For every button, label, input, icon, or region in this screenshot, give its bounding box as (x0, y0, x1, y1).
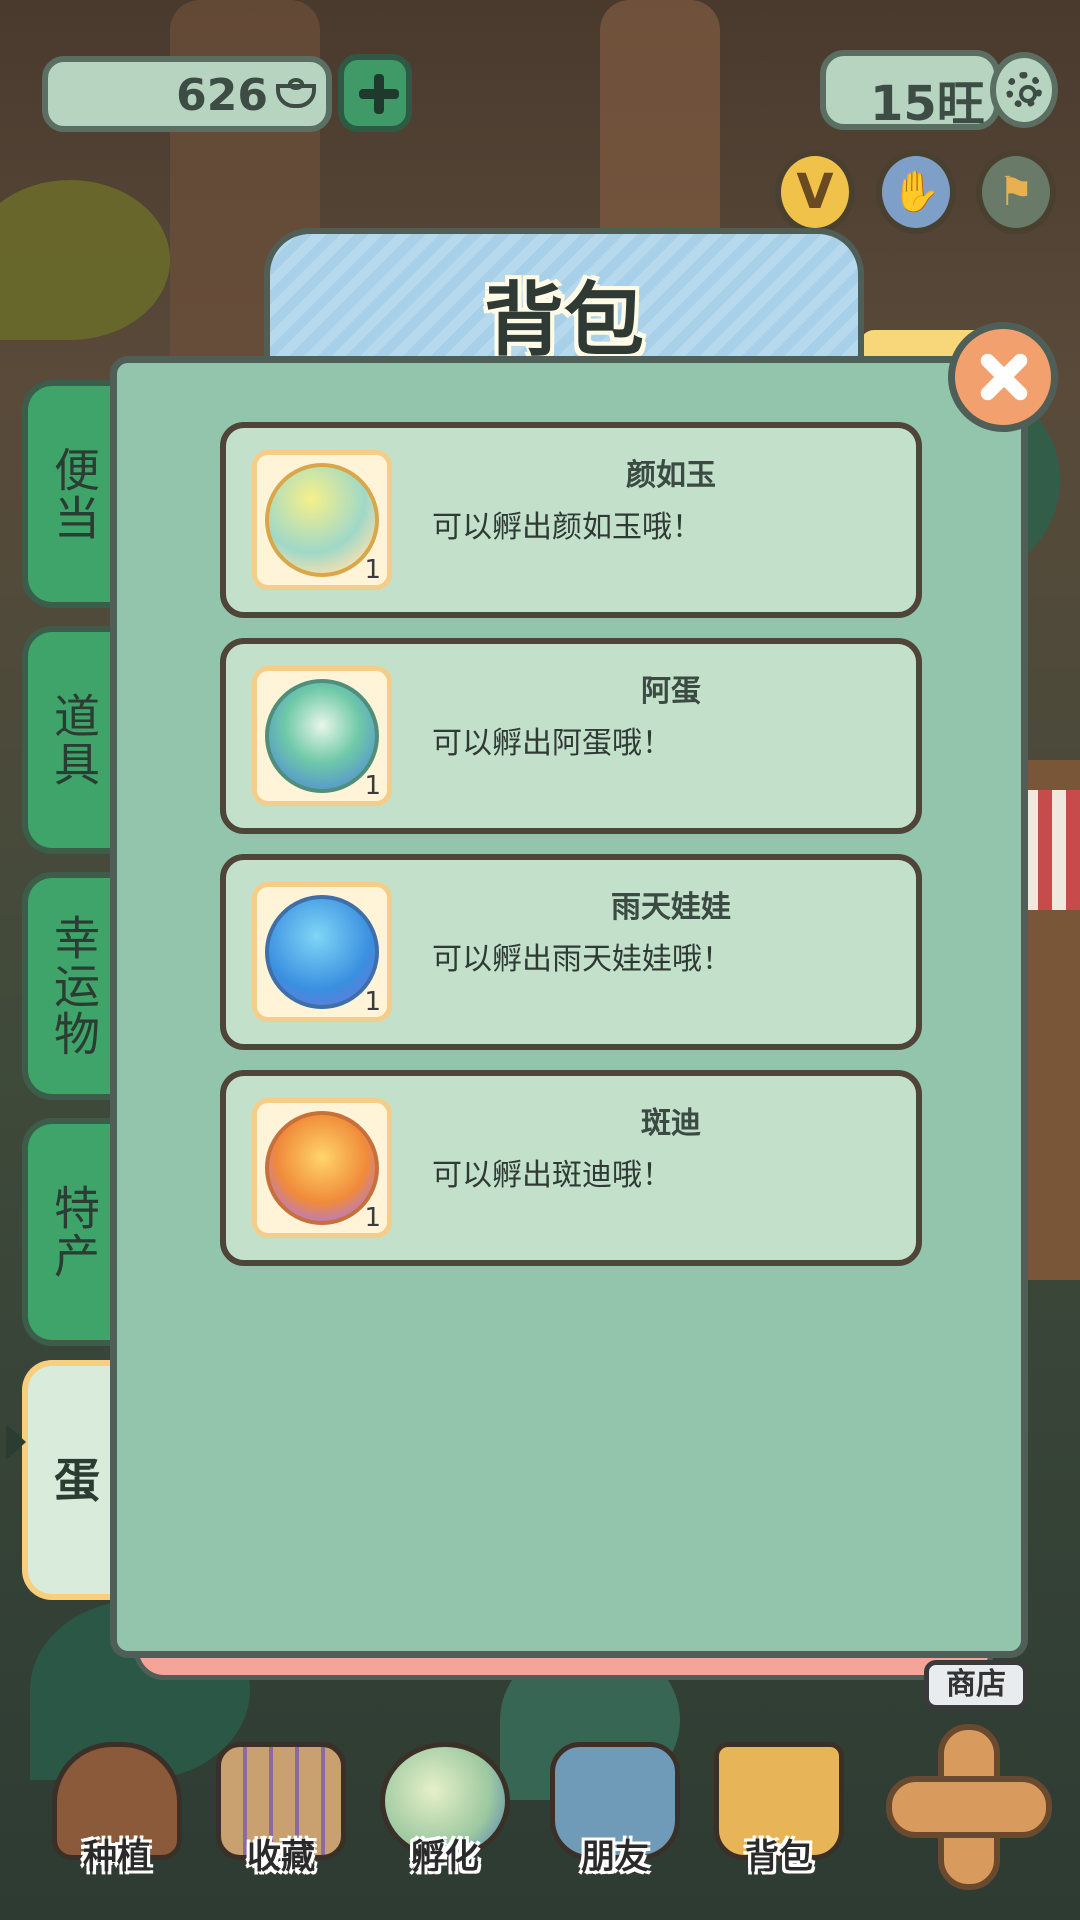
egg-yutianwawa-icon (265, 895, 379, 1009)
item-name: 阿蛋 (641, 674, 701, 709)
coin-value: 626 (176, 70, 268, 121)
tab-lucky-items[interactable]: 幸运物 (22, 872, 120, 1100)
nav-label: 收藏 (247, 1837, 315, 1877)
tab-label: 道具 (47, 692, 101, 788)
item-count: 1 (364, 1203, 381, 1233)
egg-yanruyu-icon (265, 463, 379, 577)
wang-value: 15旺 (870, 76, 985, 132)
list-item[interactable]: 1 颜如玉 可以孵出颜如玉哦！ (220, 422, 922, 618)
item-description: 可以孵出颜如玉哦！ (432, 510, 702, 545)
nav-hatch-button[interactable]: 孵化 (370, 1732, 520, 1882)
nav-planting-button[interactable]: 种植 (42, 1732, 192, 1882)
close-button[interactable] (948, 322, 1058, 432)
item-count: 1 (364, 771, 381, 801)
item-thumbnail: 1 (252, 450, 392, 590)
nav-label: 背包 (745, 1837, 813, 1877)
tab-specialty[interactable]: 特产 (22, 1118, 120, 1346)
item-description: 可以孵出雨天娃娃哦！ (432, 942, 732, 977)
ginkgo-leaf-icon[interactable]: ⚑ (976, 150, 1056, 234)
item-thumbnail: 1 (252, 882, 392, 1022)
tab-label: 便当 (47, 446, 101, 542)
nav-label: 孵化 (411, 1837, 479, 1877)
item-count: 1 (364, 987, 381, 1017)
active-tab-arrow-icon (6, 1424, 26, 1460)
item-description: 可以孵出阿蛋哦！ (432, 726, 672, 761)
shop-button[interactable] (886, 1724, 1052, 1890)
shop-label: 商店 (924, 1660, 1028, 1710)
item-name: 颜如玉 (626, 458, 716, 493)
add-coins-button[interactable] (338, 54, 412, 132)
item-name: 雨天娃娃 (611, 890, 731, 925)
hand-icon[interactable]: ✋ (876, 150, 956, 234)
ingot-icon (276, 78, 316, 108)
page-title: 背包 (484, 274, 644, 367)
list-item[interactable]: 1 斑迪 可以孵出斑迪哦！ (220, 1070, 922, 1266)
egg-adan-icon (265, 679, 379, 793)
nav-label: 种植 (83, 1837, 151, 1877)
nav-friends-button[interactable]: 朋友 (540, 1732, 690, 1882)
tab-bento[interactable]: 便当 (22, 380, 120, 608)
tab-label: 蛋 (47, 1456, 101, 1504)
tab-eggs[interactable]: 蛋 (22, 1360, 120, 1600)
item-count: 1 (364, 555, 381, 585)
egg-bandi-icon (265, 1111, 379, 1225)
wang-counter: 15旺 (820, 50, 1000, 132)
item-name: 斑迪 (641, 1106, 701, 1141)
gear-icon (1006, 72, 1042, 108)
tab-props[interactable]: 道具 (22, 626, 120, 854)
nav-backpack-button[interactable]: 背包 (704, 1732, 854, 1882)
item-thumbnail: 1 (252, 1098, 392, 1238)
list-item[interactable]: 1 阿蛋 可以孵出阿蛋哦！ (220, 638, 922, 834)
settings-button[interactable] (990, 52, 1058, 128)
item-thumbnail: 1 (252, 666, 392, 806)
vip-icon[interactable]: V (775, 150, 855, 234)
nav-label: 朋友 (581, 1837, 649, 1877)
tab-label: 特产 (47, 1184, 101, 1280)
coin-counter: 626 (42, 56, 332, 132)
item-description: 可以孵出斑迪哦！ (432, 1158, 672, 1193)
panel-title-tab: 背包 (264, 228, 864, 368)
tab-label: 幸运物 (47, 914, 101, 1058)
nav-collection-button[interactable]: 收藏 (206, 1732, 356, 1882)
list-item[interactable]: 1 雨天娃娃 可以孵出雨天娃娃哦！ (220, 854, 922, 1050)
